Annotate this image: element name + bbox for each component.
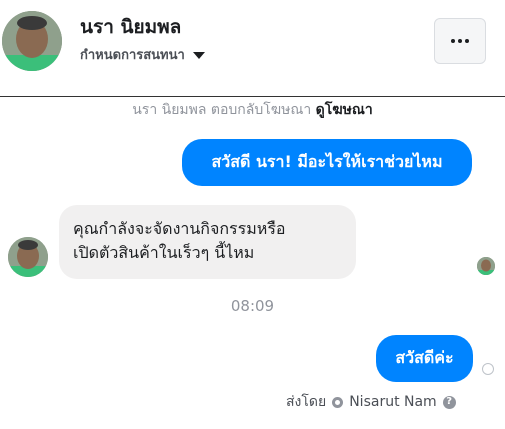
more-options-button[interactable] — [434, 18, 486, 64]
ad-reply-text: นรา นิยมพล ตอบกลับโฆษณา — [132, 102, 312, 118]
message-text-line: คุณกำลังจะจัดงานกิจกรรมหรือ — [73, 219, 286, 238]
sent-by-info: ส่งโดย Nisarut Nam ? — [286, 391, 456, 413]
outgoing-message[interactable]: สวัสดี นรา! มีอะไรให้เราช่วยไหม — [182, 139, 472, 186]
read-receipt-icon — [482, 363, 494, 375]
message-text: สวัสดีค่ะ — [395, 348, 454, 367]
header-divider — [0, 96, 505, 97]
message-timestamp: 08:09 — [230, 297, 275, 315]
view-ad-link[interactable]: ดูโฆษณา — [316, 102, 373, 118]
seen-by-avatar — [477, 257, 495, 275]
help-icon[interactable]: ? — [442, 395, 456, 409]
contact-avatar-small — [8, 237, 48, 277]
incoming-message[interactable]: คุณกำลังจะจัดงานกิจกรรมหรือ เปิดตัวสินค้… — [59, 205, 356, 279]
message-text: สวัสดี นรา! มีอะไรให้เราช่วยไหม — [211, 152, 443, 171]
conversation-header: นรา นิยมพล กำหนดการสนทนา — [0, 0, 505, 96]
sent-by-label: ส่งโดย — [286, 394, 327, 410]
more-horizontal-icon — [451, 39, 469, 43]
sender-badge-icon — [332, 396, 344, 408]
ad-reply-notice: นรา นิยมพล ตอบกลับโฆษณา ดูโฆษณา — [0, 99, 505, 121]
contact-name[interactable]: นรา นิยมพล — [80, 12, 181, 42]
contact-avatar[interactable] — [2, 11, 62, 71]
conversation-status-label: กำหนดการสนทนา — [80, 48, 185, 63]
message-text-line: เปิดตัวสินค้าในเร็วๆ นี้ไหม — [73, 243, 255, 262]
chevron-down-icon — [192, 52, 205, 59]
outgoing-message[interactable]: สวัสดีค่ะ — [376, 335, 473, 382]
sender-name[interactable]: Nisarut Nam — [349, 394, 437, 410]
conversation-status-dropdown[interactable]: กำหนดการสนทนา — [80, 44, 205, 65]
